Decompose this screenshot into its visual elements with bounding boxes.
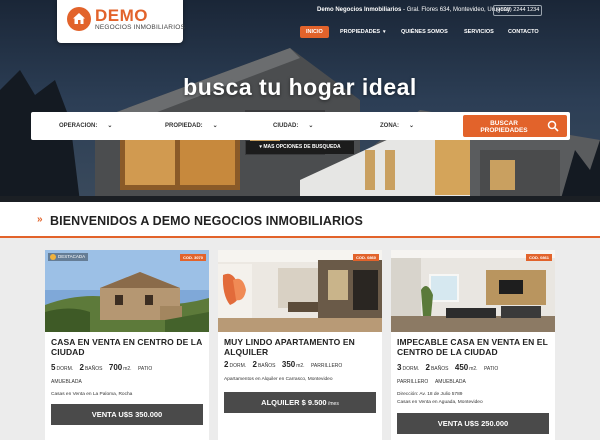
star-icon — [50, 254, 56, 260]
nav-item-label: PROPIEDADES — [340, 29, 381, 35]
price-label: ALQUILER $ 9.500 — [261, 398, 327, 407]
banos-count: 2 — [79, 363, 84, 372]
feature-tag: PATIO — [137, 366, 153, 372]
dorm-unit: DORM. — [229, 363, 247, 369]
phone-number[interactable]: (+598) 2244 1234 — [493, 5, 542, 16]
propiedad-select[interactable]: PROPIEDAD: ⌄ — [165, 112, 218, 140]
logo[interactable]: DEMO NEGOCIOS INMOBILIARIOS — [57, 0, 185, 43]
contact-info: Demo Negocios Inmobiliarios - Gral. Flor… — [317, 7, 510, 13]
property-photo[interactable]: DESTACADA COD. 3070 — [45, 250, 209, 332]
chevron-down-icon: ⌄ — [107, 123, 113, 129]
hero-headline: busca tu hogar ideal — [183, 74, 417, 100]
zona-select[interactable]: ZONA: ⌄ — [380, 112, 414, 140]
property-card[interactable]: COD. 0861 IMPECABLE CASA EN VENTA EN EL … — [391, 250, 555, 440]
dorm-count: 5 — [51, 363, 56, 372]
property-photo[interactable]: COD. 0861 — [391, 250, 555, 332]
button-label: BUSCAR PROPIEDADES — [463, 120, 545, 134]
field-label: ZONA: — [380, 123, 399, 129]
dorm-unit: DORM. — [402, 366, 420, 372]
banos-unit: BAÑOS — [430, 366, 449, 372]
property-code-badge: COD. 0861 — [525, 254, 552, 261]
logo-title: DEMO — [95, 6, 148, 25]
area-unit: m2. — [123, 366, 132, 372]
search-icon — [547, 120, 559, 132]
banos-unit: BAÑOS — [84, 366, 103, 372]
property-title[interactable]: CASA EN VENTA EN CENTRO DE LA CIUDAD — [51, 337, 205, 357]
property-code-badge: COD. 3070 — [179, 254, 206, 261]
chevron-down-icon: ▾ — [383, 29, 386, 35]
property-stats: 3DORM. 2BAÑOS 450m2. PATIO — [397, 363, 555, 372]
property-stats: 2DORM. 2BAÑOS 350m2. PARRILLERO — [224, 360, 382, 369]
property-card[interactable]: COD. 0860 MUY LINDO APARTAMENTO EN ALQUI… — [218, 250, 382, 440]
more-search-options-button[interactable]: ▾ MAS OPCIONES DE BUSQUEDA — [246, 141, 354, 154]
property-location: Casas en Venta en La Paloma, Rocha — [51, 392, 133, 397]
feature-tag: PARRILLERO — [310, 363, 343, 369]
operacion-select[interactable]: OPERACION: ⌄ — [59, 112, 112, 140]
property-location: Casas en Venta en Aguada, Montevideo — [397, 400, 483, 405]
banos-count: 2 — [252, 360, 257, 369]
featured-label: DESTACADA — [58, 254, 86, 260]
chevron-down-icon: ⌄ — [212, 123, 218, 129]
property-card[interactable]: DESTACADA COD. 3070 CASA EN VENTA EN CEN… — [45, 250, 209, 440]
welcome-title: BIENVENIDOS A DEMO NEGOCIOS INMOBILIARIO… — [50, 214, 363, 228]
property-code-badge: COD. 0860 — [352, 254, 379, 261]
ciudad-select[interactable]: CIUDAD: ⌄ — [273, 112, 313, 140]
more-options-label: MAS OPCIONES DE BUSQUEDA — [263, 144, 341, 150]
area-value: 350 — [281, 360, 296, 369]
price-button[interactable]: VENTA U$S 350.000 — [51, 404, 203, 425]
welcome-section: » BIENVENIDOS A DEMO NEGOCIOS INMOBILIAR… — [0, 202, 600, 238]
button-label-line1: BUSCAR — [490, 120, 518, 127]
property-title[interactable]: MUY LINDO APARTAMENTO EN ALQUILER — [224, 337, 378, 357]
chevron-down-icon: ⌄ — [409, 123, 415, 129]
feature-tag: AMUEBLADA — [51, 379, 82, 385]
feature-tag: PATIO — [483, 366, 499, 372]
field-label: PROPIEDAD: — [165, 123, 203, 129]
dorm-unit: DORM. — [56, 366, 74, 372]
nav-item-propiedades[interactable]: PROPIEDADES ▾ — [340, 26, 386, 38]
feature-tag: PARRILLERO AMUEBLADA — [397, 379, 466, 385]
logo-subtitle: NEGOCIOS INMOBILIARIOS — [95, 24, 185, 31]
double-chevron-icon: » — [37, 214, 43, 225]
price-suffix: /mes — [326, 401, 339, 407]
property-location: Apartamentos en Alquiler en Carrasco, Mo… — [224, 377, 333, 382]
price-label: VENTA U$S 350.000 — [91, 410, 163, 419]
hero-banner: DEMO NEGOCIOS INMOBILIARIOS Demo Negocio… — [0, 0, 600, 202]
company-name: Demo Negocios Inmobiliarios — [317, 7, 402, 13]
dorm-count: 3 — [397, 363, 402, 372]
area-unit: m2. — [296, 363, 305, 369]
banos-unit: BAÑOS — [257, 363, 276, 369]
property-title[interactable]: IMPECABLE CASA EN VENTA EN EL CENTRO DE … — [397, 337, 551, 357]
search-bar: OPERACION: ⌄ PROPIEDAD: ⌄ CIUDAD: ⌄ ZONA: ⌄ … — [31, 112, 570, 140]
dorm-count: 2 — [224, 360, 229, 369]
property-address: Dirección: Av. 18 de Julio 5789 — [397, 392, 463, 397]
buscar-propiedades-button[interactable]: BUSCAR PROPIEDADES — [463, 115, 567, 137]
field-label: CIUDAD: — [273, 123, 299, 129]
property-stats: 5DORM. 2BAÑOS 700m2. PATIO — [51, 363, 209, 372]
house-icon — [67, 7, 91, 31]
nav-item-quienes-somos[interactable]: QUIÉNES SOMOS — [401, 26, 448, 38]
area-value: 700 — [108, 363, 123, 372]
price-button[interactable]: ALQUILER $ 9.500 /mes — [224, 392, 376, 413]
area-value: 450 — [454, 363, 469, 372]
nav-item-contacto[interactable]: CONTACTO — [508, 26, 539, 38]
area-unit: m2. — [469, 366, 478, 372]
chevron-down-icon: ⌄ — [308, 123, 314, 129]
banos-count: 2 — [425, 363, 430, 372]
property-photo[interactable]: COD. 0860 — [218, 250, 382, 332]
button-label-line2: PROPIEDADES — [480, 127, 528, 134]
price-button[interactable]: VENTA U$S 250.000 — [397, 413, 549, 434]
price-label: VENTA U$S 250.000 — [437, 419, 509, 428]
featured-badge: DESTACADA — [48, 253, 89, 261]
nav-item-inicio[interactable]: INICIO — [300, 26, 329, 38]
field-label: OPERACION: — [59, 123, 98, 129]
nav-item-servicios[interactable]: SERVICIOS — [464, 26, 494, 38]
